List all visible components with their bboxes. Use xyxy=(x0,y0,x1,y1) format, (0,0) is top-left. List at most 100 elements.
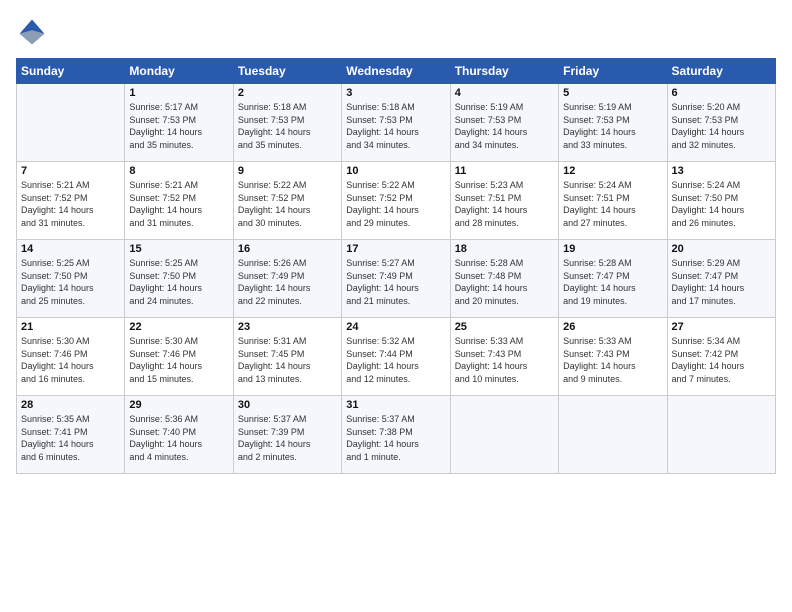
day-cell: 28 Sunrise: 5:35 AM Sunset: 7:41 PM Dayli… xyxy=(17,396,125,474)
day-number: 15 xyxy=(129,243,228,255)
weekday-header-saturday: Saturday xyxy=(667,59,775,84)
day-number: 16 xyxy=(238,243,337,255)
day-info: Sunrise: 5:18 AM Sunset: 7:53 PM Dayligh… xyxy=(346,101,445,151)
day-info: Sunrise: 5:27 AM Sunset: 7:49 PM Dayligh… xyxy=(346,257,445,307)
day-cell: 8Sunrise: 5:21 AM Sunset: 7:52 PM Daylig… xyxy=(125,162,233,240)
weekday-header-monday: Monday xyxy=(125,59,233,84)
day-number: 14 xyxy=(21,243,120,255)
day-cell: 12Sunrise: 5:24 AM Sunset: 7:51 PM Dayli… xyxy=(559,162,667,240)
calendar-page: SundayMondayTuesdayWednesdayThursdayFrid… xyxy=(0,0,792,612)
day-number: 8 xyxy=(129,165,228,177)
day-cell: 21Sunrise: 5:30 AM Sunset: 7:46 PM Dayli… xyxy=(17,318,125,396)
day-info: Sunrise: 5:19 AM Sunset: 7:53 PM Dayligh… xyxy=(455,101,554,151)
day-number: 23 xyxy=(238,321,337,333)
day-info: Sunrise: 5:25 AM Sunset: 7:50 PM Dayligh… xyxy=(129,257,228,307)
day-cell: 25 Sunrise: 5:33 AM Sunset: 7:43 PM Dayli… xyxy=(450,318,558,396)
day-number: 31 xyxy=(346,399,445,411)
day-info: Sunrise: 5:36 AM Sunset: 7:40 PM Dayligh… xyxy=(129,413,228,463)
day-number: 13 xyxy=(672,165,771,177)
day-info: Sunrise: 5:30 AM Sunset: 7:46 PM Dayligh… xyxy=(21,335,120,385)
day-number: 4 xyxy=(455,87,554,99)
day-number: 27 xyxy=(672,321,771,333)
day-cell: 3 Sunrise: 5:18 AM Sunset: 7:53 PM Daylig… xyxy=(342,84,450,162)
day-info: Sunrise: 5:25 AM Sunset: 7:50 PM Dayligh… xyxy=(21,257,120,307)
day-cell: 4 Sunrise: 5:19 AM Sunset: 7:53 PM Daylig… xyxy=(450,84,558,162)
day-cell xyxy=(667,396,775,474)
week-row-3: 14 Sunrise: 5:25 AM Sunset: 7:50 PM Dayli… xyxy=(17,240,776,318)
day-info: Sunrise: 5:19 AM Sunset: 7:53 PM Dayligh… xyxy=(563,101,662,151)
day-number: 26 xyxy=(563,321,662,333)
day-info: Sunrise: 5:20 AM Sunset: 7:53 PM Dayligh… xyxy=(672,101,771,151)
day-cell: 15 Sunrise: 5:25 AM Sunset: 7:50 PM Dayli… xyxy=(125,240,233,318)
week-row-4: 21Sunrise: 5:30 AM Sunset: 7:46 PM Dayli… xyxy=(17,318,776,396)
day-info: Sunrise: 5:24 AM Sunset: 7:50 PM Dayligh… xyxy=(672,179,771,229)
day-number: 24 xyxy=(346,321,445,333)
day-info: Sunrise: 5:28 AM Sunset: 7:48 PM Dayligh… xyxy=(455,257,554,307)
day-cell: 11Sunrise: 5:23 AM Sunset: 7:51 PM Dayli… xyxy=(450,162,558,240)
day-number: 18 xyxy=(455,243,554,255)
day-number: 20 xyxy=(672,243,771,255)
weekday-header-thursday: Thursday xyxy=(450,59,558,84)
weekday-header-friday: Friday xyxy=(559,59,667,84)
day-cell: 26 Sunrise: 5:33 AM Sunset: 7:43 PM Dayli… xyxy=(559,318,667,396)
day-cell: 10Sunrise: 5:22 AM Sunset: 7:52 PM Dayli… xyxy=(342,162,450,240)
logo xyxy=(16,16,52,48)
day-cell: 13 Sunrise: 5:24 AM Sunset: 7:50 PM Dayli… xyxy=(667,162,775,240)
day-cell: 29 Sunrise: 5:36 AM Sunset: 7:40 PM Dayli… xyxy=(125,396,233,474)
day-info: Sunrise: 5:33 AM Sunset: 7:43 PM Dayligh… xyxy=(455,335,554,385)
day-cell: 27Sunrise: 5:34 AM Sunset: 7:42 PM Dayli… xyxy=(667,318,775,396)
day-info: Sunrise: 5:26 AM Sunset: 7:49 PM Dayligh… xyxy=(238,257,337,307)
header xyxy=(16,16,776,48)
day-cell: 2Sunrise: 5:18 AM Sunset: 7:53 PM Daylig… xyxy=(233,84,341,162)
day-info: Sunrise: 5:29 AM Sunset: 7:47 PM Dayligh… xyxy=(672,257,771,307)
day-number: 6 xyxy=(672,87,771,99)
day-number: 17 xyxy=(346,243,445,255)
day-info: Sunrise: 5:35 AM Sunset: 7:41 PM Dayligh… xyxy=(21,413,120,463)
day-cell: 18 Sunrise: 5:28 AM Sunset: 7:48 PM Dayli… xyxy=(450,240,558,318)
day-number: 10 xyxy=(346,165,445,177)
day-cell: 14 Sunrise: 5:25 AM Sunset: 7:50 PM Dayli… xyxy=(17,240,125,318)
day-number: 12 xyxy=(563,165,662,177)
day-cell: 7Sunrise: 5:21 AM Sunset: 7:52 PM Daylig… xyxy=(17,162,125,240)
day-cell: 9 Sunrise: 5:22 AM Sunset: 7:52 PM Daylig… xyxy=(233,162,341,240)
day-cell: 16 Sunrise: 5:26 AM Sunset: 7:49 PM Dayli… xyxy=(233,240,341,318)
day-number: 29 xyxy=(129,399,228,411)
weekday-header-sunday: Sunday xyxy=(17,59,125,84)
day-cell xyxy=(559,396,667,474)
day-cell xyxy=(17,84,125,162)
day-number: 5 xyxy=(563,87,662,99)
day-number: 3 xyxy=(346,87,445,99)
day-number: 9 xyxy=(238,165,337,177)
day-cell: 1Sunrise: 5:17 AM Sunset: 7:53 PM Daylig… xyxy=(125,84,233,162)
day-cell xyxy=(450,396,558,474)
day-info: Sunrise: 5:32 AM Sunset: 7:44 PM Dayligh… xyxy=(346,335,445,385)
week-row-5: 28 Sunrise: 5:35 AM Sunset: 7:41 PM Dayli… xyxy=(17,396,776,474)
day-number: 28 xyxy=(21,399,120,411)
day-info: Sunrise: 5:37 AM Sunset: 7:38 PM Dayligh… xyxy=(346,413,445,463)
day-info: Sunrise: 5:23 AM Sunset: 7:51 PM Dayligh… xyxy=(455,179,554,229)
day-info: Sunrise: 5:31 AM Sunset: 7:45 PM Dayligh… xyxy=(238,335,337,385)
day-info: Sunrise: 5:30 AM Sunset: 7:46 PM Dayligh… xyxy=(129,335,228,385)
day-number: 25 xyxy=(455,321,554,333)
day-cell: 19 Sunrise: 5:28 AM Sunset: 7:47 PM Dayli… xyxy=(559,240,667,318)
day-number: 22 xyxy=(129,321,228,333)
week-row-1: 1Sunrise: 5:17 AM Sunset: 7:53 PM Daylig… xyxy=(17,84,776,162)
day-cell: 24 Sunrise: 5:32 AM Sunset: 7:44 PM Dayli… xyxy=(342,318,450,396)
weekday-header-wednesday: Wednesday xyxy=(342,59,450,84)
calendar-table: SundayMondayTuesdayWednesdayThursdayFrid… xyxy=(16,58,776,474)
day-info: Sunrise: 5:37 AM Sunset: 7:39 PM Dayligh… xyxy=(238,413,337,463)
day-cell: 23 Sunrise: 5:31 AM Sunset: 7:45 PM Dayli… xyxy=(233,318,341,396)
day-info: Sunrise: 5:28 AM Sunset: 7:47 PM Dayligh… xyxy=(563,257,662,307)
day-cell: 5 Sunrise: 5:19 AM Sunset: 7:53 PM Daylig… xyxy=(559,84,667,162)
day-number: 30 xyxy=(238,399,337,411)
day-cell: 22 Sunrise: 5:30 AM Sunset: 7:46 PM Dayli… xyxy=(125,318,233,396)
day-cell: 20 Sunrise: 5:29 AM Sunset: 7:47 PM Dayli… xyxy=(667,240,775,318)
day-info: Sunrise: 5:33 AM Sunset: 7:43 PM Dayligh… xyxy=(563,335,662,385)
logo-icon xyxy=(16,16,48,48)
day-info: Sunrise: 5:22 AM Sunset: 7:52 PM Dayligh… xyxy=(238,179,337,229)
day-number: 7 xyxy=(21,165,120,177)
week-row-2: 7Sunrise: 5:21 AM Sunset: 7:52 PM Daylig… xyxy=(17,162,776,240)
day-cell: 6 Sunrise: 5:20 AM Sunset: 7:53 PM Daylig… xyxy=(667,84,775,162)
day-cell: 30 Sunrise: 5:37 AM Sunset: 7:39 PM Dayli… xyxy=(233,396,341,474)
day-number: 19 xyxy=(563,243,662,255)
